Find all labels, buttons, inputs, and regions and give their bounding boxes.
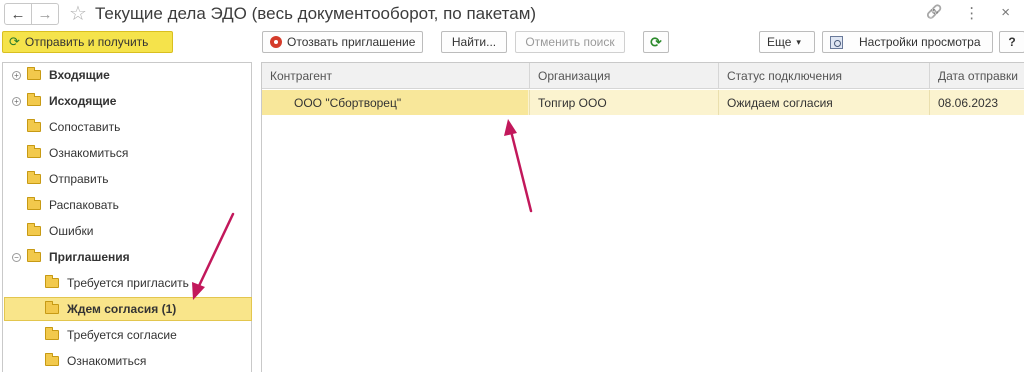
window-title: Текущие дела ЭДО (весь документооборот, … xyxy=(94,4,537,23)
invitations-table: Контрагент Организация Статус подключени… xyxy=(261,62,1024,372)
tree-item-label: Ошибки xyxy=(49,224,94,238)
window-controls: 🔗 ⋮ × xyxy=(926,4,1010,22)
refresh-button[interactable]: ⟳ xyxy=(643,31,669,53)
view-settings-label: Настройки просмотра xyxy=(859,35,981,49)
expand-icon[interactable]: + xyxy=(12,70,21,80)
folder-icon xyxy=(45,275,59,288)
tree-item-label: Ознакомиться xyxy=(49,146,129,160)
cell-organization[interactable]: Топгир ООО xyxy=(530,90,607,115)
tree-item-label: Ждем согласия (1) xyxy=(67,302,177,316)
tree-item-match[interactable]: Сопоставить xyxy=(27,117,120,137)
tree-item-label: Сопоставить xyxy=(49,120,121,134)
expand-icon[interactable]: + xyxy=(12,96,21,106)
tree-item-review-invitations[interactable]: Ознакомиться xyxy=(45,351,146,371)
cell-connection-status[interactable]: Ожидаем согласия xyxy=(719,90,833,115)
refresh-icon: ⟳ xyxy=(9,34,20,49)
folder-icon xyxy=(27,93,41,106)
help-button[interactable]: ? xyxy=(999,31,1024,53)
column-header-counterparty[interactable]: Контрагент xyxy=(262,63,530,89)
view-settings-button[interactable]: Настройки просмотра xyxy=(822,31,993,53)
more-label: Еще xyxy=(767,35,792,49)
collapse-icon[interactable]: − xyxy=(12,252,21,262)
tree-item-incoming[interactable]: + Входящие xyxy=(3,65,251,85)
tree-item-awaiting-consent[interactable]: Ждем согласия (1) xyxy=(45,299,176,319)
tree-item-label: Приглашения xyxy=(49,250,130,264)
refresh-icon: ⟳ xyxy=(650,33,662,50)
column-header-organization[interactable]: Организация xyxy=(530,63,719,89)
tree-item-invitations[interactable]: − Приглашения xyxy=(3,247,251,267)
column-header-sent-date[interactable]: Дата отправки xyxy=(930,63,1024,89)
column-header-connection-status[interactable]: Статус подключения xyxy=(719,63,930,89)
close-icon[interactable]: × xyxy=(1001,4,1010,22)
recall-invitation-button[interactable]: Отозвать приглашение xyxy=(262,31,424,53)
folder-tree: + Входящие + Исходящие Сопоставить Ознак… xyxy=(2,62,252,372)
back-button[interactable]: ← xyxy=(4,3,32,25)
more-menu-icon[interactable]: ⋮ xyxy=(964,4,979,22)
folder-icon xyxy=(27,223,41,236)
tree-item-label: Ознакомиться xyxy=(67,354,147,368)
forward-arrow-icon: → xyxy=(37,5,53,23)
help-icon: ? xyxy=(1008,35,1016,49)
cell-sent-date[interactable]: 08.06.2023 xyxy=(930,90,998,115)
back-arrow-icon: ← xyxy=(10,5,26,23)
folder-icon xyxy=(45,353,59,366)
tree-item-label: Требуется согласие xyxy=(67,328,177,342)
find-label: Найти... xyxy=(451,35,497,49)
tree-item-outgoing[interactable]: + Исходящие xyxy=(3,91,251,111)
tree-item-send[interactable]: Отправить xyxy=(27,169,109,189)
link-icon[interactable]: 🔗 xyxy=(926,4,942,22)
tree-item-review[interactable]: Ознакомиться xyxy=(27,143,128,163)
title-bar: ← → ☆ Текущие дела ЭДО (весь документооб… xyxy=(0,0,1024,28)
forward-button[interactable]: → xyxy=(31,3,59,25)
tree-item-consent-required[interactable]: Требуется согласие xyxy=(45,325,177,345)
send-and-receive-button[interactable]: ⟳ Отправить и получить xyxy=(2,31,173,53)
tree-item-label: Исходящие xyxy=(49,94,117,108)
tree-item-need-invite[interactable]: Требуется пригласить xyxy=(45,273,189,293)
stop-icon xyxy=(270,36,282,48)
tree-item-label: Отправить xyxy=(49,172,109,186)
tree-item-errors[interactable]: Ошибки xyxy=(27,221,94,241)
cell-counterparty[interactable]: ООО "Сбортворец" xyxy=(286,90,401,115)
folder-icon xyxy=(45,301,59,314)
more-dropdown-button[interactable]: Еще ▾ xyxy=(759,31,815,53)
folder-icon xyxy=(27,67,41,80)
folder-icon xyxy=(27,171,41,184)
folder-icon xyxy=(27,197,41,210)
chevron-down-icon: ▾ xyxy=(796,36,801,47)
recall-invitation-label: Отозвать приглашение xyxy=(287,35,416,49)
folder-icon xyxy=(27,119,41,132)
cancel-search-label: Отменить поиск xyxy=(525,35,615,49)
cancel-search-button[interactable]: Отменить поиск xyxy=(515,31,625,53)
settings-icon xyxy=(830,35,843,49)
tree-item-label: Требуется пригласить xyxy=(67,276,189,290)
find-button[interactable]: Найти... xyxy=(441,31,507,53)
folder-icon xyxy=(27,145,41,158)
tree-item-label: Распаковать xyxy=(49,198,119,212)
folder-icon xyxy=(27,249,41,262)
tree-item-unpack[interactable]: Распаковать xyxy=(27,195,119,215)
favorite-star-icon[interactable]: ☆ xyxy=(69,4,87,24)
tree-item-label: Входящие xyxy=(49,68,110,82)
folder-icon xyxy=(45,327,59,340)
send-and-receive-label: Отправить и получить xyxy=(24,35,149,49)
